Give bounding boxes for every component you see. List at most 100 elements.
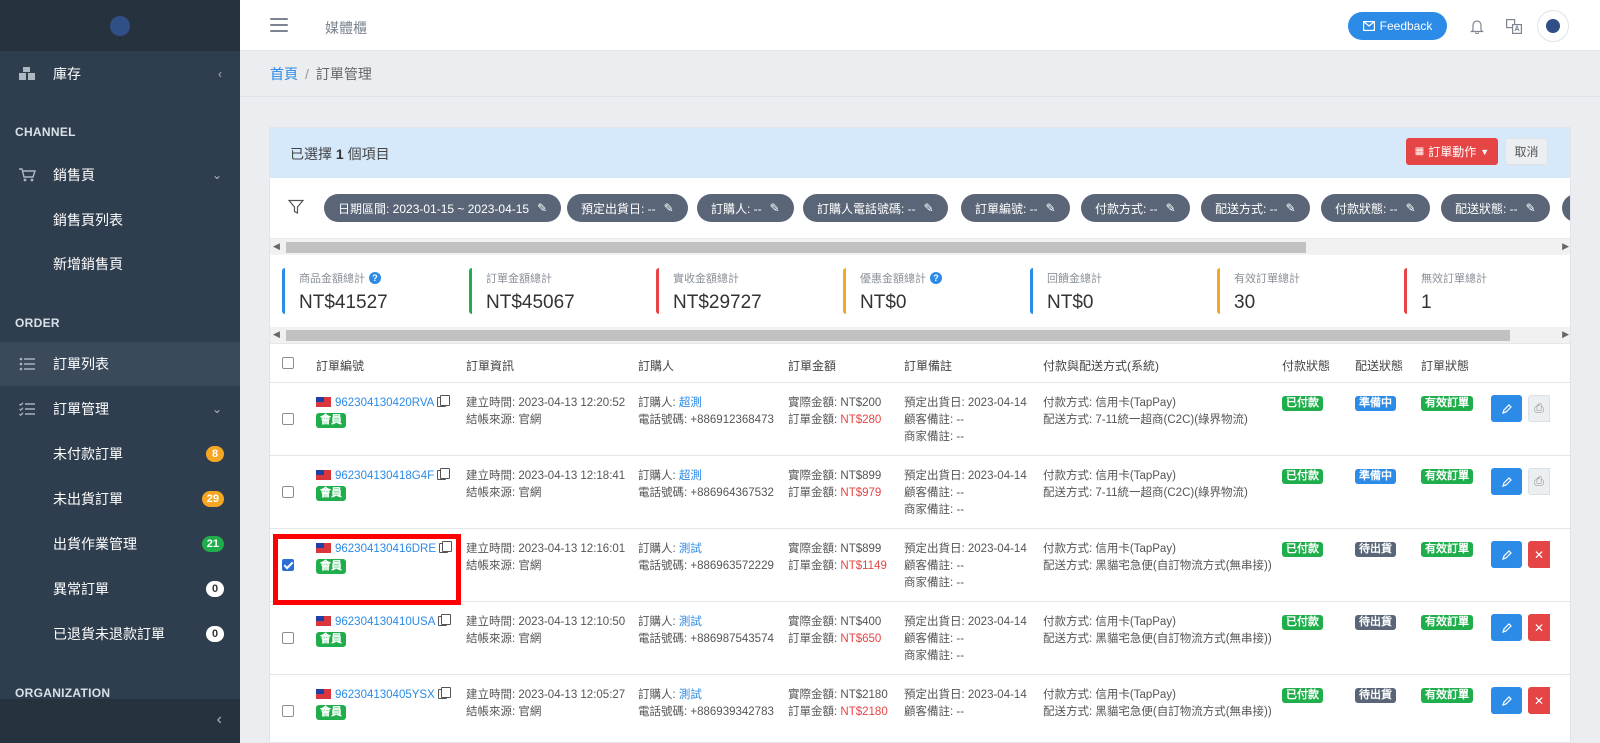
edit-button[interactable] xyxy=(1491,541,1522,568)
column-header[interactable]: 訂單金額 xyxy=(788,357,836,374)
filter-scrollbar[interactable]: ◀ ▶ xyxy=(270,239,1570,255)
scroll-thumb[interactable] xyxy=(286,242,1306,253)
pencil-icon xyxy=(1501,549,1512,560)
column-header[interactable]: 訂購人 xyxy=(638,357,674,374)
count-badge: 0 xyxy=(206,581,224,597)
stats-scrollbar[interactable]: ◀ ▶ xyxy=(270,327,1570,343)
copy-icon[interactable] xyxy=(437,468,451,480)
copy-icon[interactable] xyxy=(439,541,453,553)
sidebar-logo[interactable] xyxy=(0,0,240,51)
sidebar-item-inventory[interactable]: 庫存 ‹ xyxy=(0,52,240,96)
payment-method: 付款方式: 信用卡(TapPay) xyxy=(1043,616,1176,628)
checkout-source: 結帳來源: 官網 xyxy=(466,487,542,499)
created-time: 建立時間: 2023-04-13 12:10:50 xyxy=(466,616,626,628)
sidebar-item-unshipped-orders[interactable]: 未出貨訂單 29 xyxy=(0,477,240,521)
delete-button[interactable]: ✕ xyxy=(1528,687,1550,714)
table-row[interactable]: 962304130420RVA 會員 建立時間: 2023-04-13 12:20:… xyxy=(270,383,1570,456)
row-checkbox[interactable] xyxy=(282,705,294,717)
order-id-link[interactable]: 962304130420RVA xyxy=(335,397,434,409)
sidebar-item-order-list[interactable]: 訂單列表 xyxy=(0,342,240,386)
edit-button[interactable] xyxy=(1491,468,1522,495)
copy-icon[interactable] xyxy=(438,614,452,626)
column-header[interactable]: 訂單編號 xyxy=(316,357,364,374)
pencil-icon xyxy=(1501,476,1512,487)
breadcrumb-home-link[interactable]: 首頁 xyxy=(270,66,298,82)
column-header[interactable]: 付款狀態 xyxy=(1282,357,1330,374)
scroll-right-icon[interactable]: ▶ xyxy=(1562,241,1569,252)
copy-icon[interactable] xyxy=(437,687,451,699)
buyer-link[interactable]: 超測 xyxy=(679,470,702,482)
menu-icon[interactable] xyxy=(270,18,288,32)
order-status-badge: 有效訂單 xyxy=(1421,615,1473,630)
buyer-link[interactable]: 超測 xyxy=(679,397,702,409)
count-badge: 21 xyxy=(201,536,224,552)
selection-prefix: 已選擇 xyxy=(290,146,332,162)
feedback-button[interactable]: Feedback xyxy=(1348,12,1447,40)
sidebar-collapse-button[interactable]: ‹ xyxy=(0,699,240,743)
checklist-icon xyxy=(17,400,37,418)
row-checkbox[interactable] xyxy=(282,632,294,644)
row-checkbox[interactable] xyxy=(282,486,294,498)
column-header[interactable]: 訂單狀態 xyxy=(1421,357,1469,374)
table-row[interactable]: 962304130416DRE 會員 建立時間: 2023-04-13 12:16:… xyxy=(270,529,1570,602)
column-header[interactable]: 訂單資訊 xyxy=(466,357,514,374)
filter-chip-payment-method[interactable]: 付款方式: -- ✎ xyxy=(1081,194,1190,222)
sidebar-item-shipping-operations[interactable]: 出貨作業管理 21 xyxy=(0,522,240,566)
table-row[interactable]: 962304130410USA 會員 建立時間: 2023-04-13 12:10:… xyxy=(270,602,1570,675)
table-row[interactable]: 962304130418G4F 會員 建立時間: 2023-04-13 12:18:… xyxy=(270,456,1570,529)
edit-button[interactable] xyxy=(1491,687,1522,714)
order-id-link[interactable]: 962304130410USA xyxy=(335,616,435,628)
filter-icon[interactable] xyxy=(288,199,304,215)
row-checkbox[interactable] xyxy=(282,413,294,425)
scroll-left-icon[interactable]: ◀ xyxy=(273,329,280,340)
sidebar-item-unpaid-orders[interactable]: 未付款訂單 8 xyxy=(0,432,240,476)
help-icon[interactable]: ? xyxy=(369,272,381,284)
filter-chip-date-range[interactable]: 日期區間: 2023-01-15 ~ 2023-04-15 ✎ xyxy=(324,194,562,222)
scroll-right-icon[interactable]: ▶ xyxy=(1562,329,1569,340)
filter-chip-delivery-status[interactable]: 配送狀態: -- ✎ xyxy=(1441,194,1550,222)
order-id-link[interactable]: 962304130405YSX xyxy=(335,689,435,701)
sidebar-item-sales-page[interactable]: 銷售頁 ⌄ xyxy=(0,153,240,197)
print-button[interactable]: ⎙ xyxy=(1528,395,1550,422)
filter-chip-buyer-phone[interactable]: 訂購人電話號碼: -- ✎ xyxy=(803,194,948,222)
translate-icon[interactable] xyxy=(1505,17,1523,35)
filter-chip-more[interactable] xyxy=(1562,194,1570,222)
edit-button[interactable] xyxy=(1491,395,1522,422)
sidebar-item-returned-unrefunded[interactable]: 已退貨未退款訂單 0 xyxy=(0,612,240,656)
filter-chip-ship-date[interactable]: 預定出貨日: -- ✎ xyxy=(567,194,688,222)
order-id-link[interactable]: 962304130416DRE xyxy=(335,543,436,555)
cancel-button[interactable]: 取消 xyxy=(1505,138,1548,165)
help-icon[interactable]: ? xyxy=(930,272,942,284)
sidebar-item-abnormal-orders[interactable]: 異常訂單 0 xyxy=(0,567,240,611)
filter-chip-buyer[interactable]: 訂購人: -- ✎ xyxy=(697,194,794,222)
buyer-link[interactable]: 測試 xyxy=(679,543,702,555)
table-row[interactable]: 962304130405YSX 會員 建立時間: 2023-04-13 12:05:… xyxy=(270,675,1570,742)
buyer-link[interactable]: 測試 xyxy=(679,689,702,701)
column-header[interactable]: 配送狀態 xyxy=(1355,357,1403,374)
delete-button[interactable]: ✕ xyxy=(1528,541,1550,568)
filter-chip-delivery-method[interactable]: 配送方式: -- ✎ xyxy=(1201,194,1310,222)
chip-label: 預定出貨日: -- xyxy=(581,201,656,216)
bell-icon[interactable] xyxy=(1468,17,1486,35)
sidebar-item-order-management[interactable]: 訂單管理 ⌄ xyxy=(0,387,240,431)
avatar[interactable] xyxy=(1537,10,1569,42)
filter-chip-order-id[interactable]: 訂單編號: -- ✎ xyxy=(961,194,1070,222)
edit-button[interactable] xyxy=(1491,614,1522,641)
buyer-link[interactable]: 測試 xyxy=(679,616,702,628)
scroll-left-icon[interactable]: ◀ xyxy=(273,241,280,252)
copy-icon[interactable] xyxy=(437,395,451,407)
buyer-phone: 電話號碼: +886987543574 xyxy=(638,633,774,645)
sidebar-item-sales-page-list[interactable]: 銷售頁列表 xyxy=(0,198,240,242)
order-action-button[interactable]: ▦ 訂單動作 ▼ xyxy=(1406,138,1498,165)
order-id-link[interactable]: 962304130418G4F xyxy=(335,470,434,482)
print-button[interactable]: ⎙ xyxy=(1528,468,1550,495)
scroll-thumb[interactable] xyxy=(286,330,1510,341)
select-all-checkbox[interactable] xyxy=(282,357,294,369)
notes-cell: 預定出貨日: 2023-04-14 顧客備註: -- xyxy=(904,687,1027,721)
row-checkbox[interactable] xyxy=(282,559,294,571)
filter-chip-payment-status[interactable]: 付款狀態: -- ✎ xyxy=(1321,194,1430,222)
delete-button[interactable]: ✕ xyxy=(1528,614,1550,641)
column-header[interactable]: 訂單備註 xyxy=(904,357,952,374)
column-header[interactable]: 付款與配送方式(系統) xyxy=(1043,357,1159,374)
sidebar-item-new-sales-page[interactable]: 新增銷售頁 xyxy=(0,242,240,286)
